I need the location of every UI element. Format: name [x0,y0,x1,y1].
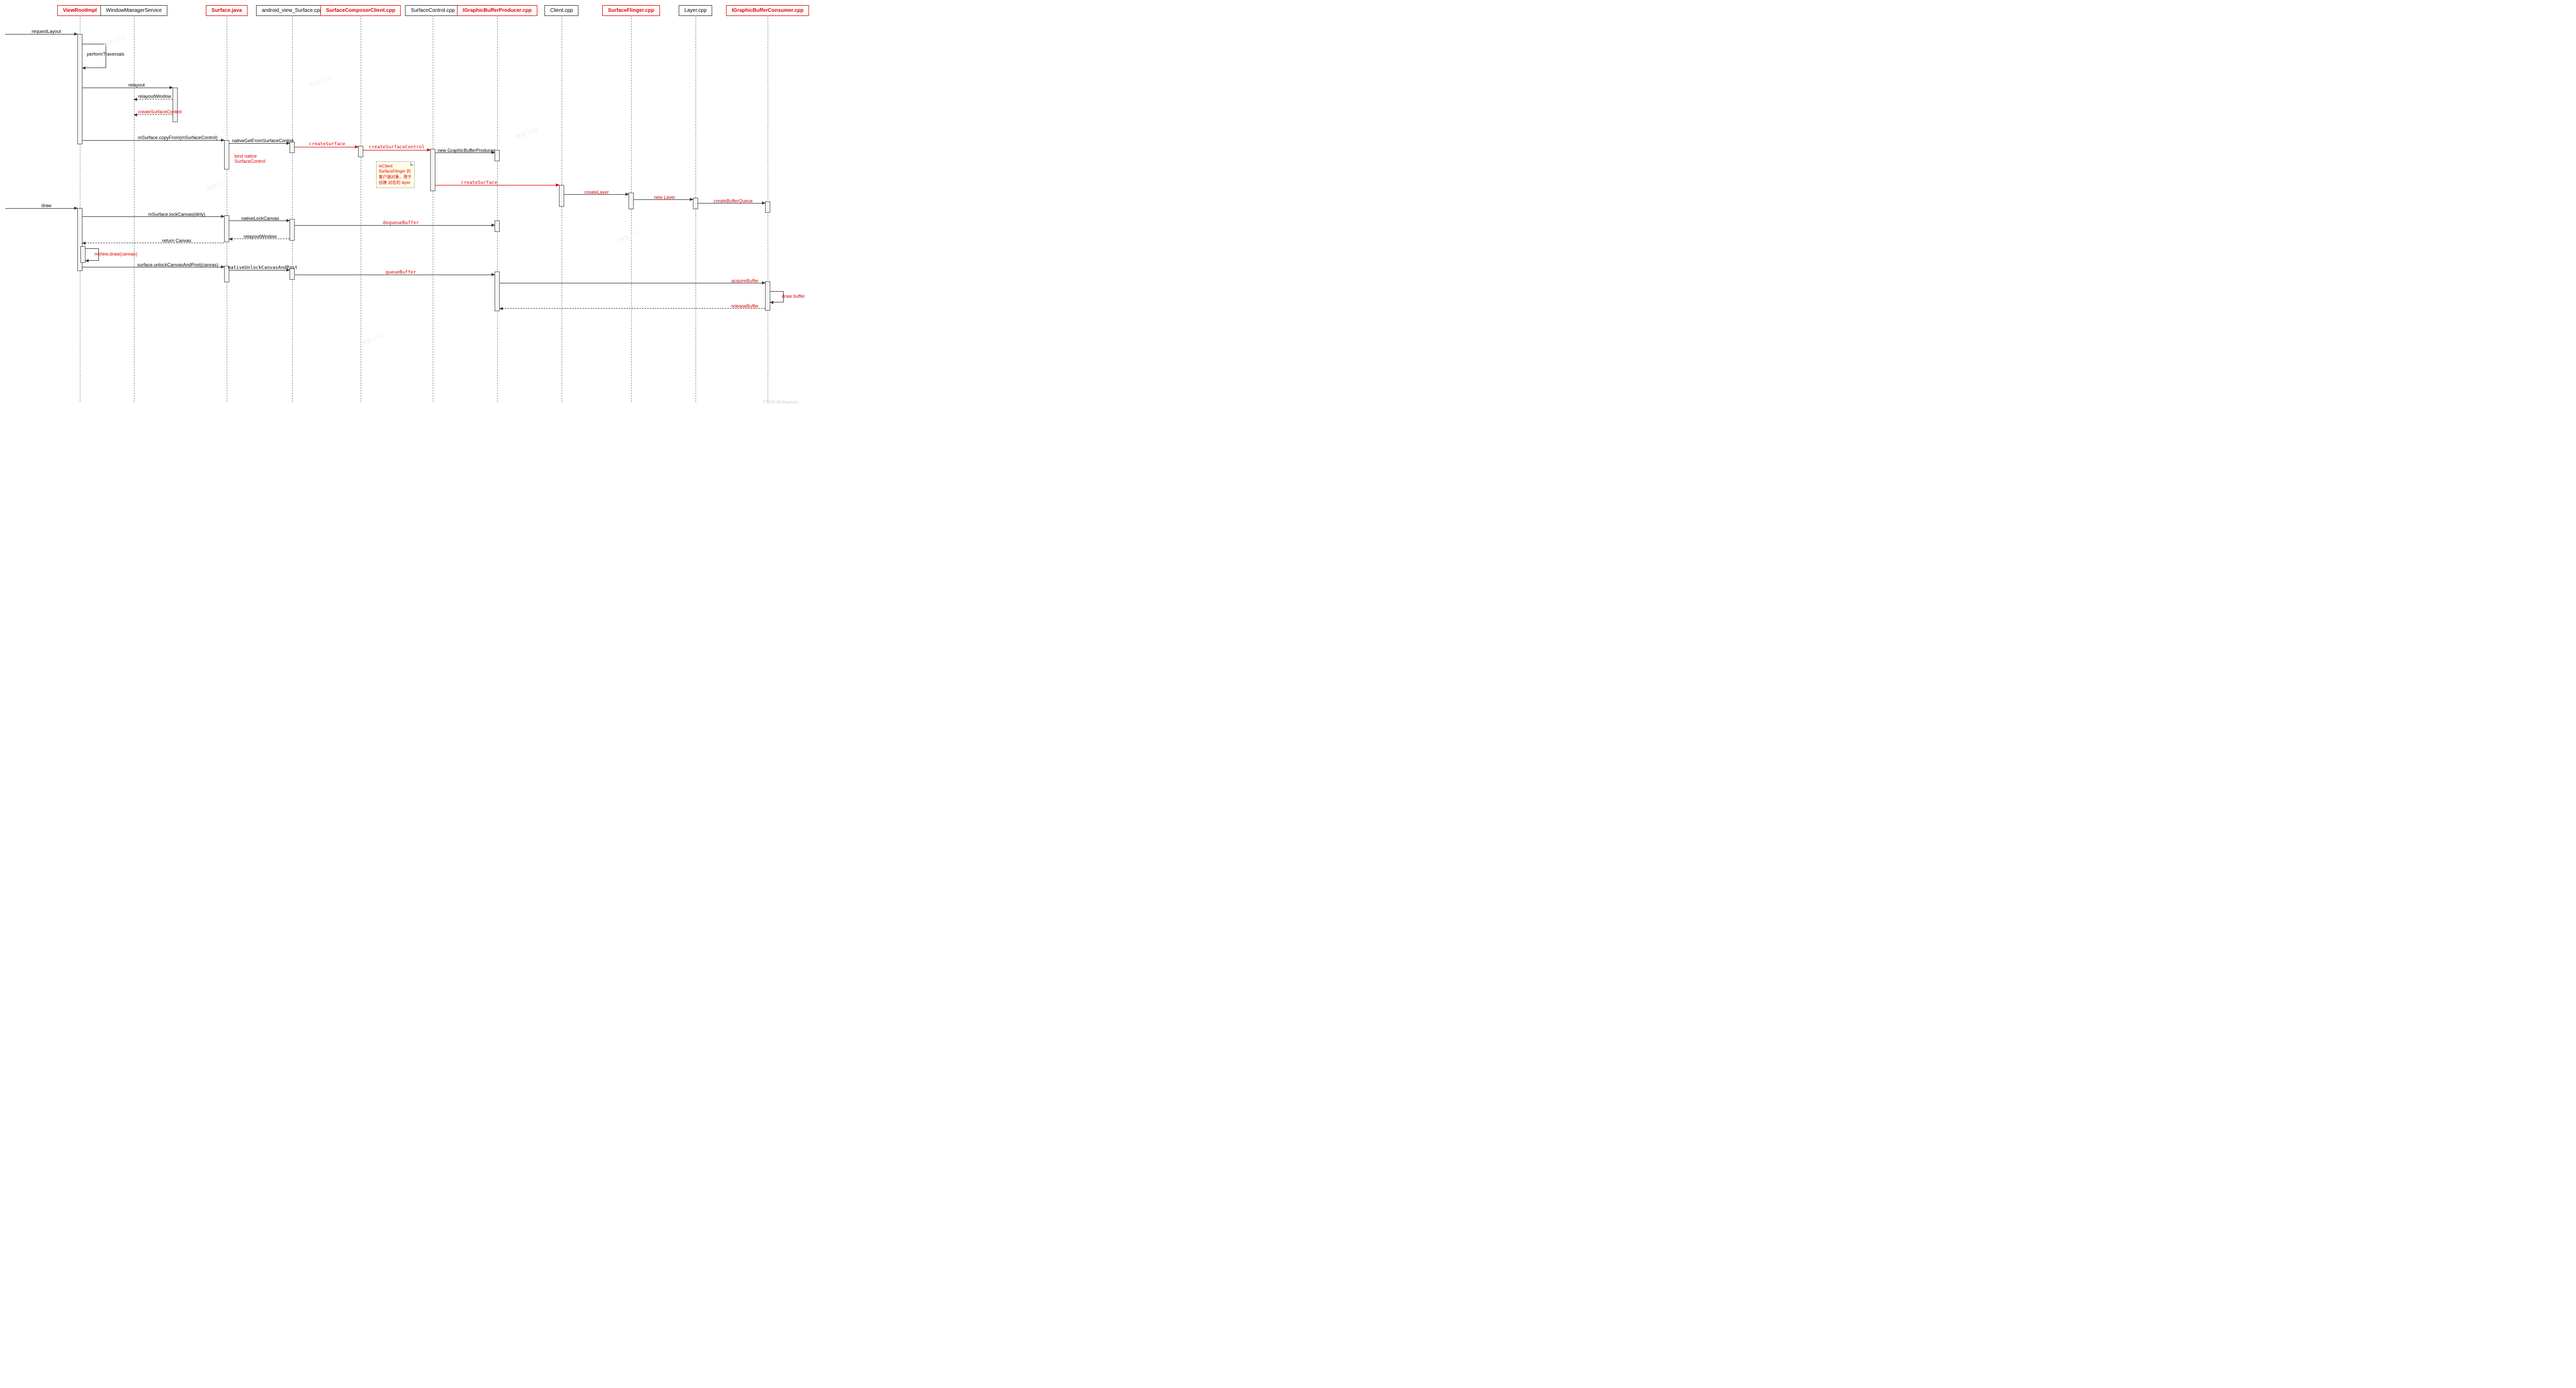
participant-layer: Layer.cpp [679,5,712,16]
msg-returncanvas: return Canvas [162,238,192,243]
participant-igraphicbufferproducer: IGraphicBufferProducer.cpp [457,5,537,16]
activation [495,150,500,161]
msg-nativelockcanvas: nativeLockCanvas [241,216,279,221]
msg-viewdraw: mView.draw(canvas) [95,251,138,257]
participant-windowmanagerservice: WindowManagerService [100,5,167,16]
msg-nativeunlock: nativeUnlockCanvasAndPost [228,265,297,270]
watermark: 微信 1731 [515,125,539,140]
arrow [229,143,290,144]
participant-viewrootimpl: ViewRootImpl [57,5,103,16]
sequence-diagram: ViewRootImpl WindowManagerService Surfac… [0,0,804,407]
msg-acquirebuffer: acquireBuffer [731,278,758,283]
msg-lockcanvas: mSurface.lockCanvas(dirty) [148,212,206,217]
lifeline [292,15,293,402]
msg-createlayer: createLayer [584,190,609,195]
watermark: 微信 1731 [309,74,333,89]
msg-createsurface: createSurface [309,142,345,147]
note-mclient: mClient SurfaceFlinger 的客户端对象，用于创建 对应的 l… [376,161,415,188]
participant-surfacecontrol: SurfaceControl.cpp [405,5,461,16]
msg-bindnative: bind natice SurfaceControl [234,154,276,164]
watermark: 微信 1731 [360,331,384,346]
credit: CSDN @whywhom [763,400,799,404]
lifeline [497,15,498,402]
activation [765,201,770,213]
msg-performtraversals: performTraversals [87,52,125,57]
participant-surfacecomposerclient: SurfaceComposerClient.cpp [320,5,401,16]
msg-dequeuebuffer: dequeueBuffer [383,221,419,226]
activation [77,34,82,144]
msg-copyfrom: mSurface.copyFrom(mSurfaceControl) [138,135,218,140]
activation [430,149,435,191]
msg-newgbp: new GraphicBufferProducer [438,148,495,153]
msg-requestlayout: requestLayout [31,29,61,34]
arrow [82,243,224,244]
activation [495,221,500,232]
msg-createbufferqueue: createBufferQueue [714,198,753,204]
activation [693,198,698,209]
msg-createsurface2: createSurface [461,180,497,185]
activation [290,219,295,241]
activation [765,281,770,311]
activation [290,142,295,153]
msg-nativegetfrom: nativeGetFromSurfaceControl [232,138,294,143]
arrow [82,140,224,141]
msg-relayoutwindow2: relayoutWindow [244,234,277,239]
activation [629,193,634,209]
msg-draw: draw [41,203,52,208]
activation [495,272,500,311]
participant-surface-java: Surface.java [206,5,248,16]
participant-igraphicbufferconsumer: IGraphicBufferConsumer.cpp [726,5,809,16]
activation [559,185,564,207]
arrow [134,114,173,115]
arrow [500,308,765,309]
arrow [134,99,173,100]
msg-queuebuffer: queueBuffer [385,270,416,275]
participant-client: Client.cpp [545,5,579,16]
msg-relayout: relayout [128,82,145,88]
participant-android-view-surface: android_view_Surface.cpp [256,5,328,16]
msg-unlockpost: surface.unlockCanvasAndPost(canvas) [137,262,218,267]
msg-newlayer: new Layer [654,195,675,200]
activation [358,146,363,157]
activation [173,88,178,122]
msg-drawbuffer: draw buffer [782,294,805,299]
arrow [5,34,77,35]
participant-surfaceflinger: SurfaceFlinger.cpp [602,5,660,16]
msg-createsurfacecontrol2: createSurfaceControl [369,145,425,150]
activation [224,140,229,170]
watermark: 微信 1731 [103,32,127,47]
msg-releasebuffer: releaseBuffer [731,303,758,309]
watermark: 微信 1731 [618,228,642,243]
arrow [5,208,77,209]
msg-relayoutwindow: relayoutWindow [138,94,171,99]
msg-createsurfacecontrol: createSurfaceControl [138,109,181,114]
